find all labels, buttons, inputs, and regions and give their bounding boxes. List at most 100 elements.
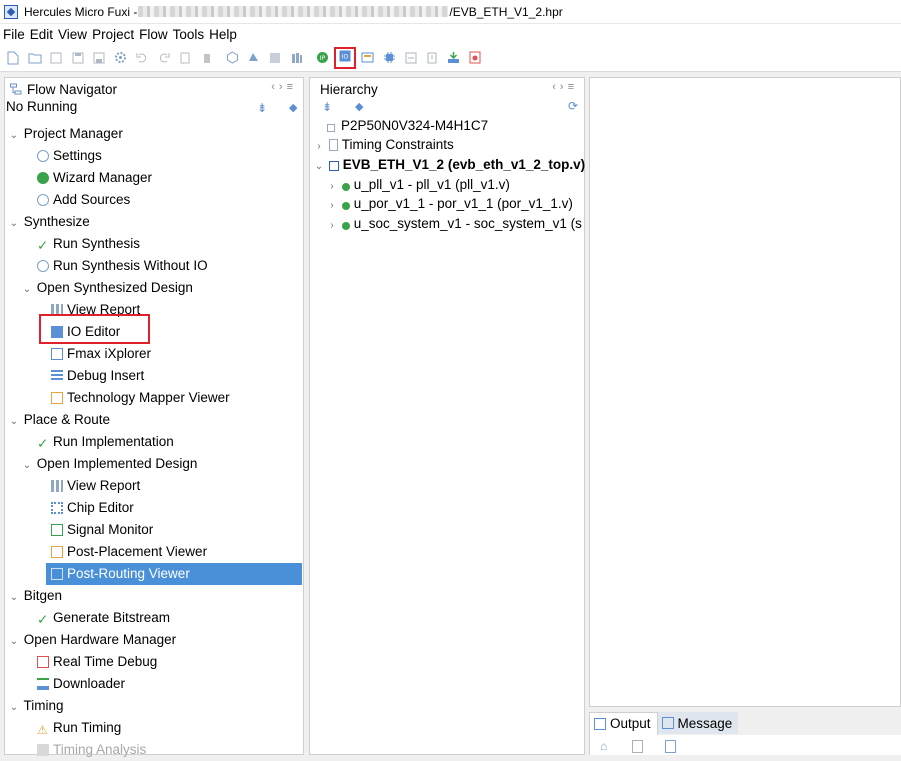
nav-item-run-synthesis[interactable]: ✓ Run Synthesis: [37, 233, 140, 255]
tree-label: u_soc_system_v1 - soc_system_v1 (soc: [353, 216, 582, 231]
nav-label: View Report: [67, 478, 141, 493]
nav-item-debug-insert[interactable]: Debug Insert: [51, 365, 144, 387]
instance-icon: [341, 222, 350, 230]
collapse-all-icon[interactable]: ⇟: [322, 100, 332, 114]
implement-icon[interactable]: [247, 51, 261, 65]
menu-tools[interactable]: Tools: [173, 27, 205, 42]
new-file-icon[interactable]: [6, 51, 20, 65]
expand-all-icon[interactable]: ◆: [355, 100, 363, 113]
menu-project[interactable]: Project: [92, 27, 134, 42]
nav-item-settings[interactable]: Settings: [37, 145, 102, 167]
open-folder-icon[interactable]: [28, 51, 42, 65]
ip-catalog-icon[interactable]: IP: [315, 51, 329, 65]
copy-icon[interactable]: [632, 740, 643, 753]
gear-icon[interactable]: [114, 51, 128, 65]
nav-item-technology-mapper-viewer[interactable]: Technology Mapper Viewer: [51, 387, 230, 409]
section-label: Open Implemented Design: [36, 456, 198, 471]
tree-timing-constraints[interactable]: › Timing Constraints: [313, 134, 454, 156]
nav-item-real-time-debug[interactable]: Real Time Debug: [37, 651, 157, 673]
chevron-down-icon: ⌄: [9, 636, 19, 647]
svg-text:IP: IP: [319, 55, 325, 62]
nav-item-chip-editor[interactable]: Chip Editor: [51, 497, 134, 519]
nav-item-signal-monitor[interactable]: Signal Monitor: [51, 519, 153, 541]
pin-icon[interactable]: ⌂: [600, 739, 607, 753]
panel-nav-arrows-icon[interactable]: ‹›≡: [552, 81, 578, 93]
panel-nav-arrows-icon[interactable]: ‹›≡: [271, 81, 297, 93]
nav-item-post-placement-viewer[interactable]: Post-Placement Viewer: [51, 541, 207, 563]
section-synthesize[interactable]: ⌄ Synthesize: [8, 211, 90, 233]
nav-item-downloader[interactable]: Downloader: [37, 673, 125, 695]
fmax-icon[interactable]: [361, 51, 375, 65]
menu-view[interactable]: View: [58, 27, 87, 42]
section-bitgen[interactable]: ⌄ Bitgen: [8, 585, 62, 607]
nav-item-generate-bitstream[interactable]: ✓ Generate Bitstream: [37, 607, 170, 629]
chevron-down-icon: ⌄: [9, 592, 19, 603]
report-icon[interactable]: [290, 51, 304, 65]
section-open-hardware-manager[interactable]: ⌄ Open Hardware Manager: [8, 629, 176, 651]
debug-icon[interactable]: [468, 51, 482, 65]
checkmark-icon: ✓: [37, 612, 49, 627]
add-circle-icon: [37, 194, 49, 206]
save-icon[interactable]: [71, 51, 85, 65]
flow-navigator-icon: [10, 83, 22, 95]
bitstream-icon[interactable]: [268, 51, 282, 65]
section-open-synthesized-design[interactable]: ⌄ Open Synthesized Design: [21, 277, 193, 299]
nav-label: Fmax iXplorer: [67, 346, 152, 361]
instance-icon: [341, 183, 350, 191]
io-editor-toolbar-button[interactable]: IO: [333, 46, 356, 69]
hierarchy-header: Hierarchy ‹›≡: [310, 78, 584, 100]
collapse-all-icon[interactable]: ⇟: [257, 101, 267, 115]
undo-icon[interactable]: [135, 51, 149, 65]
tab-output[interactable]: Output: [589, 711, 658, 735]
nav-item-run-synthesis-without-io[interactable]: Run Synthesis Without IO: [37, 255, 208, 277]
nav-item-post-routing-viewer[interactable]: Post-Routing Viewer: [46, 563, 302, 585]
power-icon[interactable]: [425, 51, 439, 65]
menu-edit[interactable]: Edit: [30, 27, 53, 42]
expand-all-icon[interactable]: ◆: [289, 101, 297, 114]
menu-help[interactable]: Help: [209, 27, 237, 42]
tree-top-module[interactable]: ⌄ EVB_ETH_V1_2 (evb_eth_v1_2_top.v): [313, 154, 585, 176]
nav-item-wizard-manager[interactable]: Wizard Manager: [37, 167, 152, 189]
signal-monitor-icon[interactable]: [404, 51, 418, 65]
open-project-icon[interactable]: [49, 51, 63, 65]
section-timing[interactable]: ⌄ Timing: [8, 695, 64, 717]
section-place-route[interactable]: ⌄ Place & Route: [8, 409, 110, 431]
tab-message[interactable]: Message: [657, 712, 739, 734]
menu-flow[interactable]: Flow: [139, 27, 168, 42]
nav-item-run-timing[interactable]: ⚠ Run Timing: [37, 717, 121, 739]
clear-icon[interactable]: [665, 740, 676, 753]
toolbar: IP IO: [0, 44, 901, 72]
nav-item-timing-analysis[interactable]: Timing Analysis: [37, 739, 146, 761]
redo-icon[interactable]: [157, 51, 171, 65]
tree-label: EVB_ETH_V1_2 (evb_eth_v1_2_top.v): [342, 157, 586, 172]
report-icon: [51, 480, 63, 492]
nav-item-run-implementation[interactable]: ✓ Run Implementation: [37, 431, 174, 453]
redacted-path: [138, 6, 449, 17]
instance-icon: [341, 202, 350, 210]
save-all-icon[interactable]: [92, 51, 106, 65]
flow-navigator-panel: Flow Navigator ‹›≡ No Running ⇟ ◆ ⌄ Proj…: [4, 77, 304, 757]
chevron-down-icon: ⌄: [9, 416, 19, 427]
section-label: Bitgen: [23, 588, 63, 603]
nav-item-view-report-impl[interactable]: View Report: [51, 475, 140, 497]
menu-file[interactable]: File: [3, 27, 25, 42]
nav-item-fmax-ixplorer[interactable]: Fmax iXplorer: [51, 343, 151, 365]
tree-child-por[interactable]: › u_por_v1_1 - por_v1_1 (por_v1_1.v): [326, 193, 573, 215]
downloader-icon[interactable]: [447, 51, 461, 65]
section-project-manager[interactable]: ⌄ Project Manager: [8, 123, 123, 145]
title-bar: Hercules Micro Fuxi - /EVB_ETH_V1_2.hpr: [0, 0, 901, 24]
chevron-down-icon: ⌄: [22, 284, 32, 295]
refresh-icon[interactable]: ⟳: [568, 99, 578, 113]
tree-child-soc[interactable]: › u_soc_system_v1 - soc_system_v1 (soc: [326, 213, 582, 235]
downloader-icon: [37, 678, 49, 690]
section-open-implemented-design[interactable]: ⌄ Open Implemented Design: [21, 453, 198, 475]
section-label: Open Synthesized Design: [36, 280, 193, 295]
chip-editor-icon[interactable]: [382, 51, 396, 65]
mapper-icon: [51, 392, 63, 404]
synthesis-icon[interactable]: [225, 51, 239, 65]
tree-label: Timing Constraints: [341, 137, 454, 152]
nav-item-add-sources[interactable]: Add Sources: [37, 189, 130, 211]
delete-icon[interactable]: [200, 51, 214, 65]
nav-label: Signal Monitor: [67, 522, 154, 537]
copy-icon[interactable]: [178, 51, 192, 65]
